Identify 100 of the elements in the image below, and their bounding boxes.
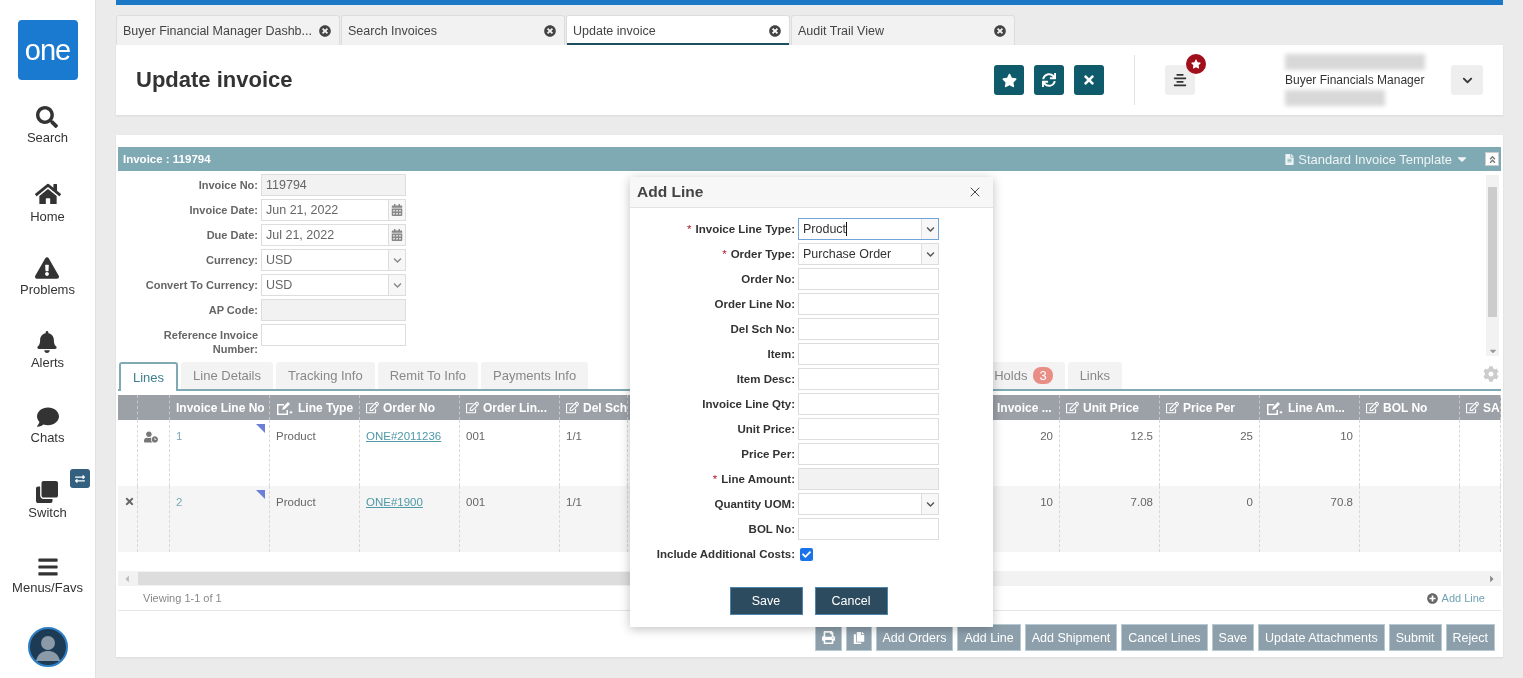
refresh-button[interactable] <box>1034 65 1064 95</box>
dialog-button[interactable]: Cancel <box>814 587 888 615</box>
checkbox[interactable] <box>800 547 813 561</box>
section-tab[interactable]: Tracking Info <box>276 362 375 389</box>
select-field[interactable]: Product <box>798 218 939 240</box>
favorite-button[interactable] <box>994 65 1024 95</box>
menu-button[interactable] <box>1165 65 1195 95</box>
page-tab[interactable]: Update invoice <box>566 15 790 45</box>
star-icon <box>1191 59 1201 69</box>
section-tab[interactable]: Lines <box>119 362 179 391</box>
input-field[interactable] <box>798 368 939 390</box>
document-icon <box>1284 153 1296 165</box>
sidebar-item[interactable]: Home <box>30 181 65 256</box>
table-cell: 7.08 <box>1130 496 1153 508</box>
input-field[interactable] <box>798 293 939 315</box>
chevron-down-icon[interactable] <box>925 249 935 259</box>
order-link[interactable]: ONE#1900 <box>366 496 423 508</box>
input-field[interactable] <box>798 393 939 415</box>
field-label: Unit Price: <box>737 423 795 435</box>
scrollbar[interactable] <box>1486 175 1499 356</box>
input-field[interactable] <box>798 268 939 290</box>
menu-icon <box>36 556 59 578</box>
field-label: Order Type: <box>730 248 795 260</box>
field-label: Price Per: <box>741 448 795 460</box>
table-cell: 1 <box>176 430 183 442</box>
order-link[interactable]: ONE#2011236 <box>366 430 442 442</box>
avatar-icon[interactable] <box>27 627 68 667</box>
calendar-icon[interactable] <box>391 229 403 241</box>
sidebar-item[interactable]: Menus/Favs <box>12 556 83 631</box>
page-tab[interactable]: Search Invoices <box>341 15 565 45</box>
action-button[interactable]: Update Attachments <box>1258 624 1385 651</box>
field-label: AP Code: <box>207 303 258 317</box>
field-label: BOL No: <box>748 523 795 535</box>
sidebar-item[interactable]: Switch <box>28 481 67 556</box>
date-field[interactable]: Jul 21, 2022 <box>261 224 406 246</box>
dialog-title: Add Line <box>637 183 704 201</box>
dialog-button[interactable]: Save <box>729 587 803 615</box>
select-field[interactable]: Purchase Order <box>798 243 939 265</box>
field-label: Due Date: <box>205 228 258 242</box>
check-icon <box>802 549 811 559</box>
logo[interactable]: one <box>17 20 78 80</box>
action-button[interactable]: Add Line <box>957 624 1021 651</box>
table-cell: 2 <box>176 496 183 508</box>
field-label: Include Additional Costs: <box>656 548 795 560</box>
page-tab[interactable]: Buyer Financial Manager Dashb... <box>116 15 340 45</box>
close-icon[interactable] <box>544 24 556 37</box>
input-field[interactable] <box>798 343 939 365</box>
chevron-down-icon[interactable] <box>925 499 935 509</box>
collapse-button[interactable] <box>1485 152 1499 166</box>
select-field[interactable] <box>798 493 939 515</box>
template-selector[interactable]: Standard Invoice Template <box>1298 151 1452 167</box>
action-button[interactable]: Submit <box>1388 624 1442 651</box>
sidebar-item[interactable]: Chats <box>30 406 65 481</box>
swap-icon <box>75 473 86 484</box>
date-field[interactable]: Jun 21, 2022 <box>261 199 406 221</box>
user-menu-button[interactable] <box>1451 65 1483 95</box>
add-line-link[interactable]: Add Line <box>1426 592 1485 604</box>
page-title: Update invoice <box>136 67 293 93</box>
swap-badge[interactable] <box>70 469 91 488</box>
section-tab[interactable]: Payments Info <box>481 362 589 389</box>
close-icon[interactable] <box>994 24 1006 37</box>
chevron-down-icon[interactable] <box>392 255 402 265</box>
table-cell: 10 <box>1040 496 1053 508</box>
page-tab[interactable]: Audit Trail View <box>791 15 1015 45</box>
table-cell: 12.5 <box>1130 430 1153 442</box>
chat-bubble-icon <box>36 406 59 428</box>
action-button[interactable]: Add Shipment <box>1024 624 1118 651</box>
table-cell: Product <box>276 430 316 442</box>
calendar-icon[interactable] <box>391 204 403 216</box>
required-mark: * <box>687 223 692 235</box>
section-tab[interactable]: Remit To Info <box>377 362 479 389</box>
section-tab[interactable]: Links <box>1067 362 1122 389</box>
remove-icon[interactable] <box>124 496 135 507</box>
input-field[interactable] <box>798 443 939 465</box>
field-label: Item: <box>767 348 795 360</box>
table-cell: 20 <box>1040 430 1053 442</box>
menu-icon <box>1173 73 1187 87</box>
field-label: Invoice Date: <box>188 203 258 217</box>
input-field[interactable] <box>798 418 939 440</box>
sidebar-item[interactable]: Problems <box>20 256 75 331</box>
table-cell: 001 <box>466 496 486 508</box>
input-field[interactable] <box>798 518 939 540</box>
action-button[interactable]: Reject <box>1445 624 1495 651</box>
close-icon[interactable] <box>769 24 781 37</box>
input-field[interactable] <box>261 324 406 346</box>
select-field[interactable]: USD <box>261 249 406 271</box>
action-button[interactable]: Cancel Lines <box>1121 624 1208 651</box>
section-tab[interactable]: Line Details <box>181 362 273 389</box>
field-label: Order No: <box>741 273 795 285</box>
field-label: Invoice Line Type: <box>695 223 795 235</box>
sidebar-item[interactable]: Search <box>26 106 69 181</box>
chevron-down-icon[interactable] <box>925 224 935 234</box>
sidebar-item[interactable]: Alerts <box>30 331 65 406</box>
select-field[interactable]: USD <box>261 274 406 296</box>
chevron-down-icon[interactable] <box>392 280 402 290</box>
close-icon[interactable] <box>319 24 331 37</box>
close-button[interactable] <box>1074 65 1104 95</box>
user-clock-icon[interactable] <box>144 430 158 444</box>
action-button[interactable]: Save <box>1211 624 1255 651</box>
input-field[interactable] <box>798 318 939 340</box>
